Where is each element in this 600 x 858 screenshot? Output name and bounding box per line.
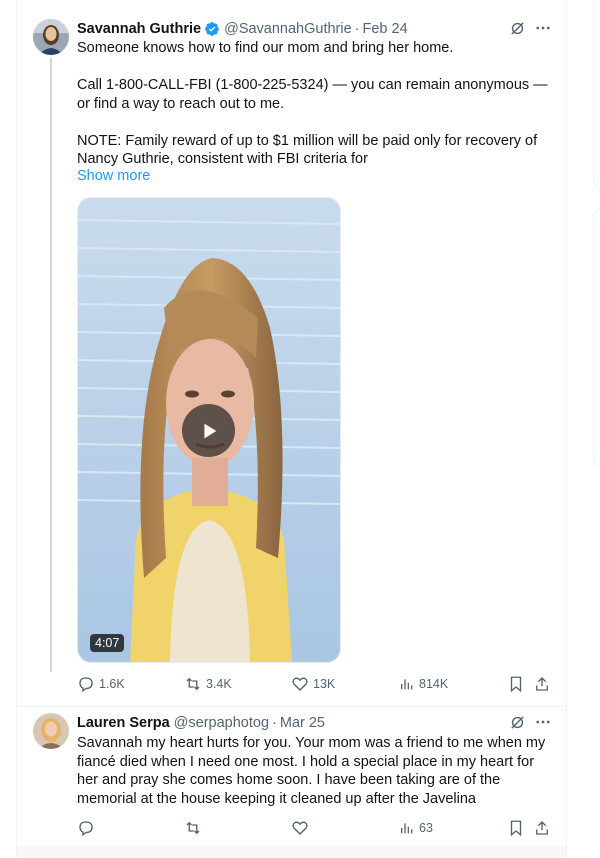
tweet-paragraph: Call 1-800-CALL-FBI (1-800-225-5324) — y… xyxy=(77,77,548,112)
repost-button[interactable] xyxy=(184,818,206,838)
tweet[interactable]: Lauren Serpa @serpaphotog · Mar 25 Savan… xyxy=(17,707,566,846)
tweet-date[interactable]: Mar 25 xyxy=(280,715,325,731)
tweet-text: Someone knows how to find our mom and br… xyxy=(77,39,555,169)
like-icon xyxy=(292,821,308,835)
sidebar-card xyxy=(593,208,600,468)
reply-button[interactable]: 1.6K xyxy=(77,674,125,694)
separator-dot: · xyxy=(354,21,360,37)
like-icon xyxy=(292,677,308,691)
repost-count: 3.4K xyxy=(206,677,232,691)
more-icon[interactable] xyxy=(534,19,552,41)
tweet-paragraph: Savannah my heart hurts for you. Your mo… xyxy=(77,735,546,807)
timeline-column: Savannah Guthrie @SavannahGuthrie · Feb … xyxy=(16,0,567,858)
views-button[interactable]: 814K xyxy=(399,674,448,694)
bookmark-icon xyxy=(510,676,522,693)
bookmark-icon xyxy=(510,820,522,837)
header-actions xyxy=(509,19,552,41)
like-count: 13K xyxy=(313,677,336,691)
tweet-text: Savannah my heart hurts for you. Your mo… xyxy=(77,734,555,808)
tweet-date[interactable]: Feb 24 xyxy=(363,21,408,37)
header-actions xyxy=(509,713,552,735)
share-icon xyxy=(536,821,548,835)
grok-icon[interactable] xyxy=(509,20,526,41)
reply-button[interactable] xyxy=(77,818,99,838)
views-icon xyxy=(401,823,413,834)
repost-icon xyxy=(186,677,200,691)
thread-line xyxy=(50,58,52,672)
author-name[interactable]: Lauren Serpa xyxy=(77,715,170,731)
repost-button[interactable]: 3.4K xyxy=(184,674,232,694)
tweet-actions: 63 xyxy=(77,818,555,838)
views-icon xyxy=(401,679,413,690)
views-count: 814K xyxy=(419,677,449,691)
tweet-header: Savannah Guthrie @SavannahGuthrie · Feb … xyxy=(77,19,556,39)
tweet-actions: 1.6K 3.4K 13K 814K xyxy=(77,674,555,694)
like-button[interactable] xyxy=(291,818,313,838)
reply-icon xyxy=(79,821,93,837)
video-player[interactable]: 4:07 xyxy=(77,197,341,663)
tweet-header: Lauren Serpa @serpaphotog · Mar 25 xyxy=(77,713,556,733)
share-button[interactable] xyxy=(533,674,551,694)
share-button[interactable] xyxy=(533,818,551,838)
bookmark-button[interactable] xyxy=(507,818,525,838)
bottom-separator xyxy=(17,846,566,858)
sidebar-card xyxy=(593,0,600,190)
play-button[interactable] xyxy=(182,404,235,457)
avatar[interactable] xyxy=(33,713,69,749)
show-more-link[interactable]: Show more xyxy=(77,168,150,184)
reply-count: 1.6K xyxy=(99,677,125,691)
share-icon xyxy=(536,677,548,691)
tweet-paragraph: Someone knows how to find our mom and br… xyxy=(77,40,454,56)
views-count: 63 xyxy=(419,821,433,835)
separator-dot: · xyxy=(272,715,277,731)
reply-icon xyxy=(79,677,93,693)
grok-icon[interactable] xyxy=(509,714,526,735)
play-icon xyxy=(203,423,216,438)
tweet-paragraph: NOTE: Family reward of up to $1 million … xyxy=(77,132,538,168)
verified-badge-icon xyxy=(204,21,220,37)
tweet[interactable]: Savannah Guthrie @SavannahGuthrie · Feb … xyxy=(17,0,566,706)
avatar[interactable] xyxy=(33,19,69,55)
views-button[interactable]: 63 xyxy=(399,818,433,838)
like-button[interactable]: 13K xyxy=(291,674,335,694)
author-name[interactable]: Savannah Guthrie xyxy=(77,21,201,37)
repost-icon xyxy=(186,821,200,835)
author-handle[interactable]: @SavannahGuthrie xyxy=(224,21,352,37)
author-handle[interactable]: @serpaphotog xyxy=(174,715,269,731)
video-duration: 4:07 xyxy=(90,634,125,652)
more-icon[interactable] xyxy=(534,713,552,735)
bookmark-button[interactable] xyxy=(507,674,525,694)
